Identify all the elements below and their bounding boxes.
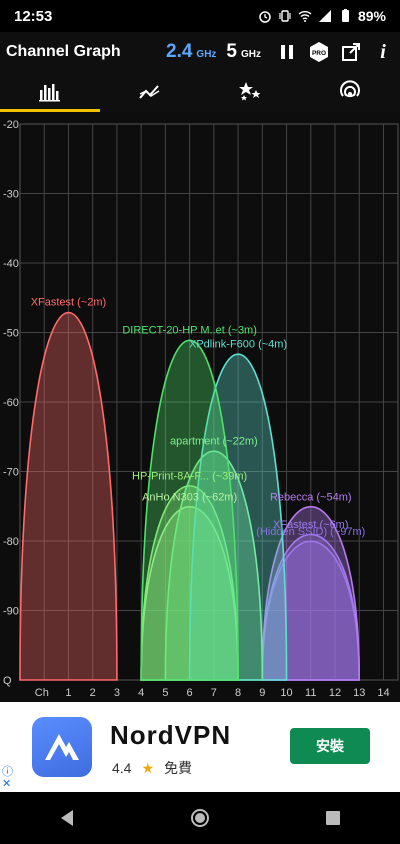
ad-price: 免費 [164, 761, 193, 777]
network-label: apartment (~22m) [170, 436, 258, 448]
band-24ghz-button[interactable]: 2.4 GHz [166, 41, 216, 63]
pro-badge-icon: PRO [310, 42, 328, 62]
x-tick-label: 2 [90, 687, 96, 699]
y-tick-label: -30 [3, 189, 19, 201]
ad-close-icon[interactable]: ✕ [2, 778, 13, 790]
alarm-icon [259, 11, 271, 23]
status-time: 12:53 [14, 7, 53, 25]
ad-meta: 4.4 ★ 免費 [112, 758, 192, 778]
network-label: (Hidden SSID) (~97m) [256, 526, 365, 538]
pause-button[interactable] [276, 41, 298, 63]
battery-level: 89% [357, 8, 386, 24]
y-tick-label: -80 [3, 536, 19, 548]
network-label: XPdlink-F600 (~4m) [189, 338, 287, 350]
x-tick-label: 9 [259, 687, 265, 699]
rating-star-icon: ★ [141, 759, 155, 776]
pro-badge-label: PRO [312, 50, 326, 57]
y-tick-label: -20 [3, 119, 19, 131]
x-tick-label: 4 [138, 687, 144, 699]
signal-icon [340, 80, 360, 98]
band-24-value: 2.4 [166, 41, 193, 62]
home-circle-icon [190, 809, 209, 827]
info-button[interactable]: i [372, 41, 394, 63]
x-tick-label: 10 [280, 687, 292, 699]
install-button[interactable]: 安裝 [290, 728, 370, 764]
y-tick-label: -70 [3, 467, 19, 479]
recents-square-icon [326, 811, 341, 825]
x-tick-label: 13 [353, 687, 365, 699]
network-curve[interactable] [19, 312, 118, 681]
band-5-value: 5 [226, 41, 237, 62]
tab-signal-strength[interactable] [300, 72, 400, 112]
band-5-unit: GHz [241, 49, 261, 60]
share-external-icon [342, 43, 360, 61]
x-tick-label: 6 [187, 687, 193, 699]
back-button[interactable] [47, 798, 87, 838]
x-tick-label: 8 [235, 687, 241, 699]
y-tick-label: Q [3, 675, 12, 687]
ad-app-name: NordVPN [110, 720, 232, 750]
page-title: Channel Graph [6, 43, 121, 60]
info-icon: i [380, 40, 386, 63]
y-tick-label: -60 [3, 397, 19, 409]
cell-signal-icon [318, 10, 331, 22]
nordvpn-app-icon [32, 717, 92, 777]
channel-graph: -20-30-40-50-60-70-80-90QCh 1 2 3 4 5 6 7 8 9 10 11… [0, 112, 400, 702]
network-label: XFastest (~2m) [31, 297, 107, 309]
x-tick-label: 5 [162, 687, 168, 699]
battery-icon [341, 9, 349, 22]
x-tick-label: 11 [305, 687, 316, 699]
band-24-unit: GHz [196, 49, 217, 60]
back-triangle-icon [60, 810, 73, 826]
y-tick-label: -50 [3, 328, 19, 340]
ad-banner[interactable]: NordVPN 4.4 ★ 免費 安裝 ⓘ ✕ [0, 702, 400, 792]
view-tabs [0, 72, 400, 112]
tab-channel-rating[interactable] [200, 72, 300, 112]
ad-rating: 4.4 [112, 760, 132, 776]
tab-channel-graph[interactable] [0, 72, 100, 112]
x-tick-label: Ch [35, 687, 49, 699]
x-tick-label: 3 [114, 687, 120, 699]
mountain-logo-icon [45, 734, 79, 760]
x-tick-label: 12 [329, 687, 341, 699]
wifi-status-icon [298, 11, 312, 22]
network-label: HP-Print-8A-F... (~39m) [132, 470, 247, 482]
status-bar: 12:53 89% [0, 0, 400, 32]
home-button[interactable] [180, 798, 220, 838]
system-nav-bar [0, 792, 400, 844]
band-5ghz-button[interactable]: 5 GHz [226, 41, 261, 63]
stars-icon [239, 82, 261, 101]
tab-time-graph[interactable] [100, 72, 200, 112]
recents-button[interactable] [313, 798, 353, 838]
x-tick-label: 14 [377, 687, 389, 699]
pause-icon [281, 45, 293, 59]
time-graph-icon [139, 85, 160, 99]
ad-choices[interactable]: ⓘ ✕ [2, 766, 13, 790]
pro-button[interactable]: PRO [308, 41, 330, 63]
y-tick-label: -90 [3, 606, 19, 618]
bar-chart-icon [39, 84, 60, 102]
vibrate-icon [279, 10, 291, 22]
network-label: DIRECT-20-HP M..et (~3m) [122, 324, 257, 336]
network-label: Rebecca (~54m) [270, 491, 352, 503]
x-tick-label: 7 [211, 687, 217, 699]
status-icons: 89% [258, 8, 386, 24]
share-button[interactable] [340, 41, 362, 63]
y-tick-label: -40 [3, 258, 19, 270]
x-tick-label: 1 [65, 687, 71, 699]
ad-info-icon[interactable]: ⓘ [2, 766, 13, 778]
network-label: AnHo N303 (~62m) [142, 491, 237, 503]
app-bar: Channel Graph 2.4 GHz 5 GHz PRO i [0, 32, 400, 72]
